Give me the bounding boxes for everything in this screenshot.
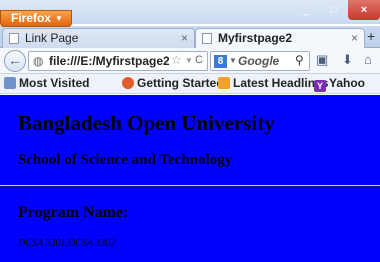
page-icon <box>202 33 212 44</box>
search-engine-dropdown-icon[interactable]: ▼ <box>229 56 237 65</box>
window-titlebar: Firefox ▼ _ □ × <box>0 0 380 27</box>
bookmark-most-visited[interactable]: Most Visited <box>4 76 89 90</box>
bookmarks-toolbar: Most Visited Getting Started Latest Head… <box>0 74 380 94</box>
yahoo-icon: Y <box>314 80 326 92</box>
search-placeholder[interactable]: Google <box>238 54 279 68</box>
bookmarks-menu-icon[interactable]: ▣ <box>316 52 328 68</box>
download-icon[interactable]: ⬇ <box>342 52 353 68</box>
bookmark-label: Getting Started <box>137 76 224 90</box>
url-bar[interactable]: ◍ file:///E:/Myfirstpage2.ht ☆ ▼ C <box>28 51 208 71</box>
firefox-menu-button[interactable]: Firefox ▼ <box>0 10 72 27</box>
rss-feed-icon <box>218 77 230 89</box>
bookmark-star-icon[interactable]: ☆ <box>171 53 182 67</box>
program-label: Program Name: <box>18 204 129 221</box>
search-bar[interactable]: 8 ▼ Google ⚲ <box>210 51 310 71</box>
bookmark-getting-started[interactable]: Getting Started <box>122 76 224 90</box>
bookmark-label: Yahoo <box>329 76 366 90</box>
reload-icon[interactable]: C <box>195 54 203 66</box>
tab-label: Link Page <box>25 31 79 45</box>
tab-close-icon[interactable]: × <box>351 29 358 47</box>
new-tab-button[interactable]: + <box>367 28 375 44</box>
most-visited-icon <box>4 77 16 89</box>
tab-strip: Link Page × Myfirstpage2 × + <box>0 26 380 48</box>
firefox-icon <box>122 77 134 89</box>
tab-link-page[interactable]: Link Page × <box>2 28 195 48</box>
close-window-button[interactable]: × <box>348 0 380 20</box>
tab-label: Myfirstpage2 <box>218 31 293 45</box>
tab-close-icon[interactable]: × <box>181 29 188 47</box>
horizontal-rule <box>0 185 380 187</box>
back-button[interactable]: ← <box>4 50 26 72</box>
maximize-button[interactable]: □ <box>320 0 348 20</box>
url-text[interactable]: file:///E:/Myfirstpage2.ht <box>49 54 169 68</box>
search-icon[interactable]: ⚲ <box>295 53 304 67</box>
bookmark-yahoo[interactable]: Y Yahoo <box>314 76 365 92</box>
firefox-menu-label: Firefox <box>11 11 52 25</box>
home-icon[interactable]: ⌂ <box>364 52 372 67</box>
bookmark-label: Most Visited <box>19 76 90 90</box>
history-dropdown-icon[interactable]: ▼ <box>185 56 193 65</box>
page-icon <box>9 33 19 44</box>
page-subheading: School of Science and Technology <box>18 152 233 168</box>
page-content: Bangladesh Open University School of Sci… <box>0 95 380 262</box>
tab-myfirstpage2[interactable]: Myfirstpage2 × <box>195 28 365 48</box>
navigation-bar: ← ◍ file:///E:/Myfirstpage2.ht ☆ ▼ C 8 ▼… <box>0 48 380 74</box>
bookmark-latest-headlines[interactable]: Latest Headlines <box>218 76 328 90</box>
site-identity-icon[interactable]: ◍ <box>33 54 43 68</box>
google-icon[interactable]: 8 <box>214 55 227 68</box>
page-heading: Bangladesh Open University <box>18 111 275 135</box>
minimize-button[interactable]: _ <box>292 0 320 20</box>
chevron-down-icon: ▼ <box>55 14 63 23</box>
course-codes: DCSA 3301,DCSA 3302 <box>18 238 116 249</box>
